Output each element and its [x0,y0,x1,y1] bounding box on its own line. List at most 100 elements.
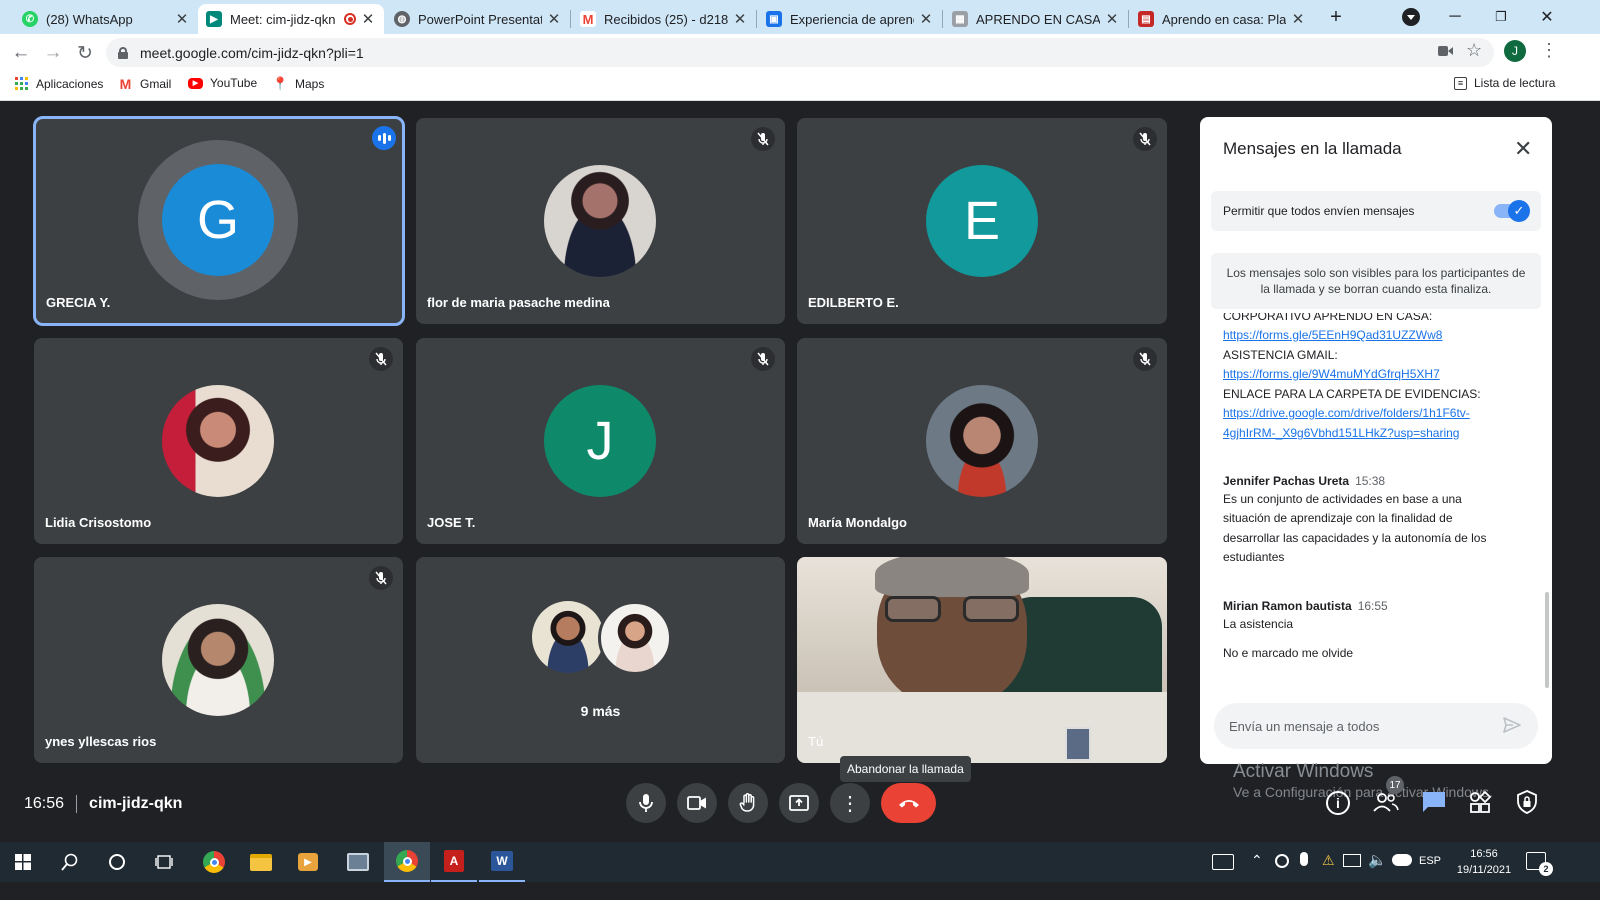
close-tab-icon[interactable]: ✕ [360,10,376,28]
cortana-icon[interactable] [94,842,140,882]
leave-call-button[interactable] [881,783,936,823]
close-tab-icon[interactable]: ✕ [1104,10,1120,28]
search-icon[interactable] [47,842,93,882]
people-button[interactable]: 17 [1373,776,1404,818]
reload-icon[interactable]: ↻ [72,40,98,66]
bookmark-star-icon[interactable]: ☆ [1466,40,1482,61]
windows-taskbar: ▶ A W ⌃ ⚠ 🔈 ESP 16:56 19/11/2021 2 [0,842,1600,882]
self-hair [875,557,1029,597]
tab-aprendo-plataforma[interactable]: ▤ Aprendo en casa: Plataf ✕ [1130,4,1314,34]
bookmark-maps[interactable]: 📍 Maps [272,76,324,91]
bookmark-apps[interactable]: Aplicaciones [14,76,103,91]
chat-input[interactable]: Envía un mensaje a todos [1214,703,1538,749]
show-hidden-icons-icon[interactable]: ⌃ [1251,852,1263,869]
tab-separator [942,10,943,28]
media-player-icon[interactable]: ▶ [285,842,331,882]
restore-icon[interactable]: ❐ [1478,0,1524,34]
close-tab-icon[interactable]: ✕ [732,10,748,28]
activities-button[interactable] [1468,790,1492,819]
chat-scrollbar[interactable] [1545,592,1549,688]
onedrive-icon[interactable] [1392,854,1412,866]
omnibox[interactable]: meet.google.com/cim-jidz-qkn?pli=1 [106,38,1494,67]
back-icon[interactable]: ← [8,40,34,66]
microphone-button[interactable] [626,783,666,823]
new-tab-button[interactable]: + [1322,4,1350,30]
camera-button[interactable] [677,783,717,823]
camera-icon [687,796,706,810]
close-window-icon[interactable]: ✕ [1524,0,1570,34]
close-tab-icon[interactable]: ✕ [918,10,934,28]
notifications-icon[interactable]: 2 [1526,852,1553,876]
meeting-info-icon[interactable]: i [1326,791,1350,815]
minimize-icon[interactable]: ─ [1432,0,1478,34]
forward-icon[interactable]: → [40,40,66,66]
participant-tile[interactable]: J JOSE T. [416,338,785,544]
network-icon[interactable] [1343,854,1361,867]
warning-tray-icon[interactable]: ⚠ [1322,852,1335,869]
participant-tile[interactable]: ynes yllescas rios [34,557,403,763]
tab-aprendo-ex[interactable]: ▦ APRENDO EN CASA: EX ✕ [944,4,1128,34]
allow-messages-label: Permitir que todos envíen mensajes [1223,204,1415,218]
message-link[interactable]: https://forms.gle/5EEnH9Qad31UZZWw8 [1223,326,1442,346]
mic-icon [639,794,653,812]
tab-meet[interactable]: ▶ Meet: cim-jidz-qkn ✕ [198,4,384,34]
more-participants-tile[interactable]: 9 más [416,557,785,763]
volume-icon[interactable]: 🔈 [1368,851,1387,869]
microphone-tray-icon[interactable] [1300,852,1308,866]
tab-bar: ✆ (28) WhatsApp ✕ ▶ Meet: cim-jidz-qkn ✕… [0,0,1600,34]
bookmark-youtube[interactable]: ▶ YouTube [188,76,257,90]
acrobat-icon[interactable]: A [431,842,477,882]
chrome-active-taskbar-icon[interactable] [384,842,430,882]
menu-dots-icon[interactable]: ⋮ [1540,40,1558,61]
close-tab-icon[interactable]: ✕ [174,10,190,28]
file-explorer-icon[interactable] [238,842,284,882]
divider [76,795,78,813]
tab-search-icon[interactable] [1402,8,1420,26]
url-text[interactable]: meet.google.com/cim-jidz-qkn?pli=1 [140,45,364,61]
participant-tile[interactable]: E EDILBERTO E. [797,118,1167,324]
task-view-icon[interactable] [141,842,187,882]
camera-indicator-icon[interactable] [1438,45,1454,57]
chrome-taskbar-icon[interactable] [191,842,237,882]
language-indicator[interactable]: ESP [1419,855,1441,867]
tab-whatsapp[interactable]: ✆ (28) WhatsApp ✕ [14,4,198,34]
participant-tile[interactable]: María Mondalgo [797,338,1167,544]
close-tab-icon[interactable]: ✕ [546,10,562,28]
tray-app-icon[interactable] [1275,854,1289,868]
participant-tile[interactable]: G GRECIA Y. [33,116,405,326]
participant-tile[interactable]: Lidia Crisostomo [34,338,403,544]
system-clock[interactable]: 16:56 19/11/2021 [1452,846,1516,878]
participant-photo [162,385,274,497]
raise-hand-button[interactable] [728,783,768,823]
tab-gmail[interactable]: M Recibidos (25) - d21850 ✕ [572,4,756,34]
reading-list[interactable]: ≡ Lista de lectura [1454,76,1555,90]
allow-messages-row: Permitir que todos envíen mensajes ✓ [1211,191,1541,231]
close-chat-icon[interactable]: ✕ [1514,136,1532,162]
reading-list-icon: ≡ [1454,76,1467,90]
allow-messages-toggle[interactable]: ✓ [1494,200,1530,222]
clock-time: 16:56 [1470,848,1498,860]
bookmark-gmail[interactable]: M Gmail [118,76,172,92]
message-header: Jennifer Pachas Ureta 15:38 [1223,472,1385,490]
present-screen-button[interactable] [779,783,819,823]
self-view-tile[interactable]: Tú [797,557,1167,763]
host-controls-button[interactable] [1516,790,1538,819]
hand-icon [739,793,755,812]
message-link[interactable]: 4gjhIrRM-_X9g6Vbhd151LHkZ?usp=sharing [1223,424,1459,444]
word-icon[interactable]: W [479,842,525,882]
tab-powerpoint[interactable]: ◍ PowerPoint Presentation ✕ [386,4,570,34]
participant-tile[interactable]: flor de maria pasache medina [416,118,785,324]
profile-avatar[interactable]: J [1504,40,1526,62]
message-link[interactable]: https://forms.gle/9W4muMYdGfrqH5XH7 [1223,365,1440,385]
windows-start-icon[interactable] [0,842,46,882]
close-tab-icon[interactable]: ✕ [1290,10,1306,28]
chat-button[interactable] [1422,791,1446,818]
tab-title: Recibidos (25) - d21850 [604,11,728,27]
keyboard-icon[interactable] [1212,854,1234,870]
network-app-icon[interactable] [335,842,381,882]
send-icon[interactable] [1502,715,1522,740]
more-options-button[interactable]: ⋮ [830,783,870,823]
message-link[interactable]: https://drive.google.com/drive/folders/1… [1223,404,1470,424]
message-author: Mirian Ramon bautista [1223,599,1352,613]
tab-experiencia[interactable]: ▣ Experiencia de aprendiz ✕ [758,4,942,34]
